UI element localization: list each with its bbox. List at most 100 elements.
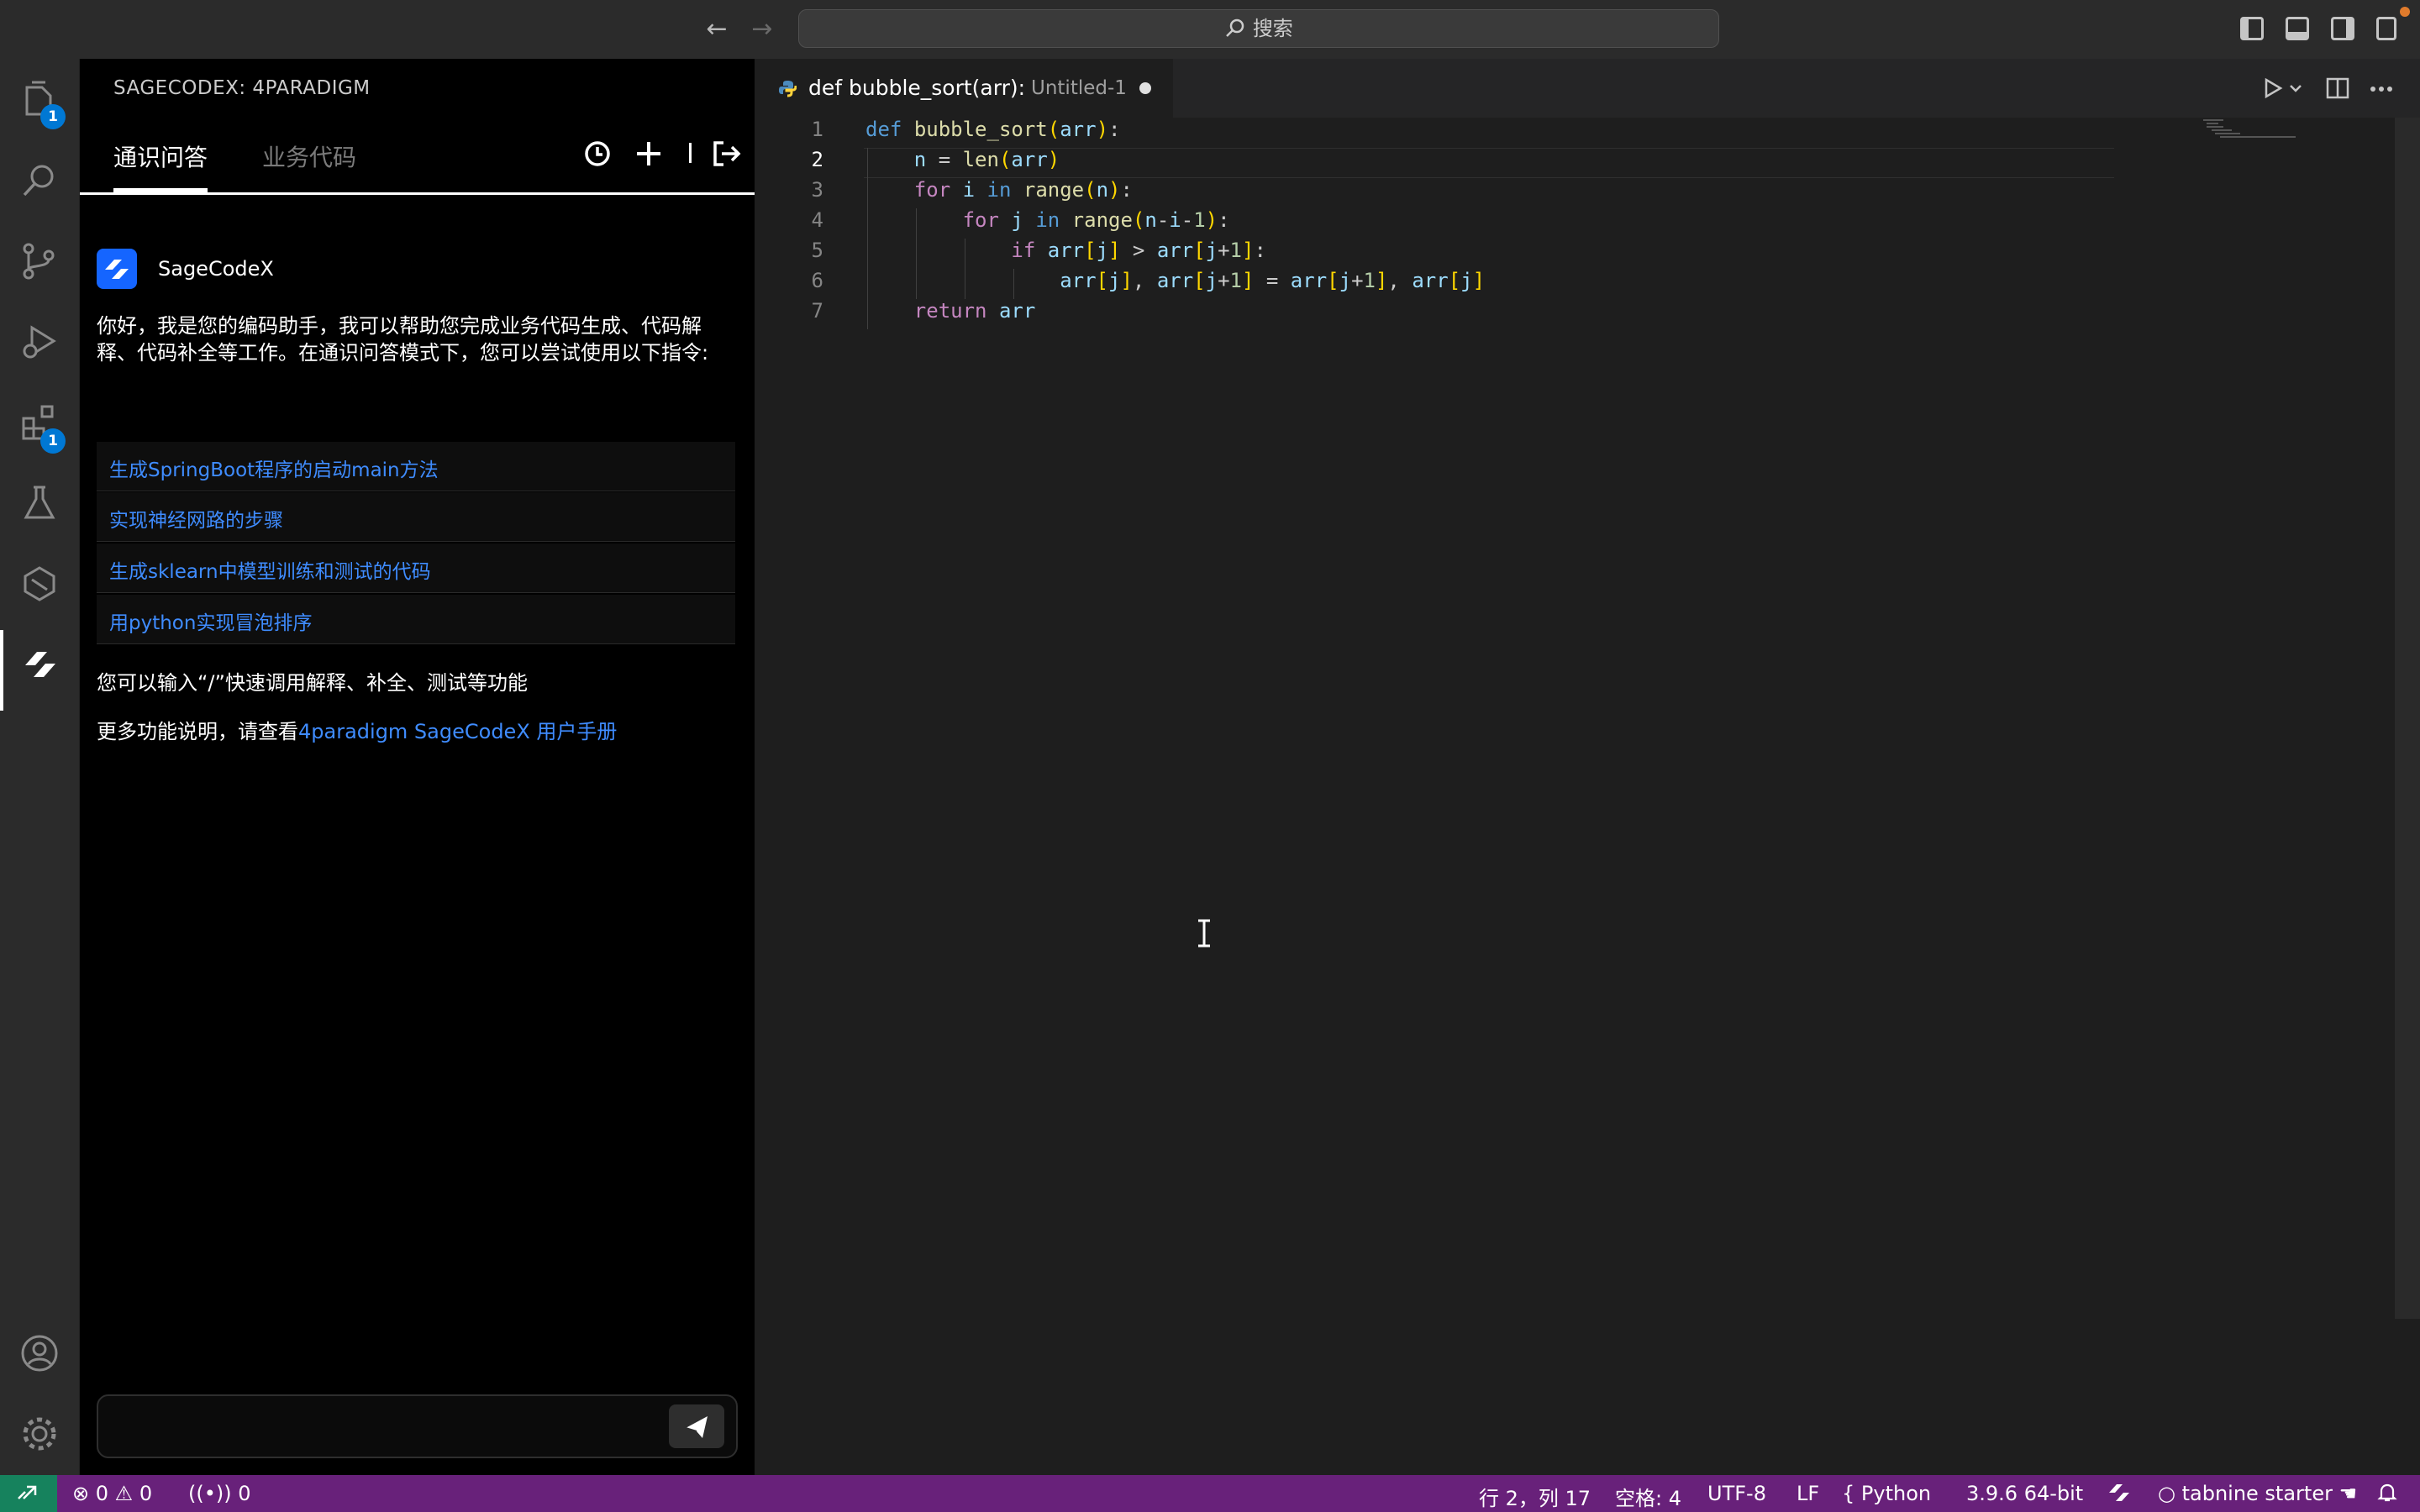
line-number: 2 — [811, 148, 823, 171]
port-count: 0 — [238, 1482, 251, 1505]
bot-name: SageCodeX — [158, 257, 274, 281]
remote-explorer-button[interactable] — [0, 549, 79, 617]
code-line: if arr[j] > arr[j+1]: — [1011, 239, 1266, 262]
panel-tabs: 通识问答 业务代码 — [80, 59, 755, 195]
chat-input-box[interactable] — [97, 1394, 738, 1458]
search-icon — [23, 165, 54, 197]
code-line: for j in range(n-i-1): — [962, 208, 1230, 232]
remote-indicator[interactable] — [0, 1475, 57, 1512]
encoding[interactable]: UTF-8 — [1707, 1482, 1766, 1505]
indentation[interactable]: 空格: 4 — [1615, 1482, 1681, 1511]
manual-prefix: 更多功能说明，请查看 — [97, 720, 298, 743]
hexagon-icon — [24, 566, 55, 601]
flask-icon — [24, 486, 55, 519]
testing-button[interactable] — [0, 469, 79, 536]
history-icon[interactable] — [583, 139, 612, 173]
tab-business-code[interactable]: 业务代码 — [262, 139, 356, 173]
new-chat-icon[interactable] — [634, 139, 663, 173]
search-view-button[interactable] — [0, 146, 79, 213]
tab-general-qa[interactable]: 通识问答 — [113, 139, 208, 173]
line-number: 5 — [811, 239, 823, 262]
broadcast-icon: ((•)) — [188, 1482, 232, 1505]
chat-input[interactable] — [112, 1408, 636, 1446]
send-button[interactable] — [669, 1404, 724, 1448]
bell-icon[interactable] — [2376, 1482, 2398, 1509]
customize-layout-icon[interactable] — [2376, 17, 2396, 40]
intro-message: 你好，我是您的编码助手，我可以帮助您完成业务代码生成、代码解释、代码补全等工作。… — [97, 314, 709, 365]
line-number: 7 — [811, 299, 823, 323]
vertical-scrollbar[interactable] — [2395, 118, 2420, 1319]
toggle-panel-icon[interactable] — [2286, 17, 2309, 40]
more-actions-icon[interactable] — [2370, 86, 2393, 92]
active-indicator — [0, 630, 3, 711]
warning-count: 0 — [139, 1482, 153, 1505]
line-number: 1 — [811, 118, 823, 141]
source-control-icon — [23, 243, 55, 280]
manual-link[interactable]: 4paradigm SageCodeX 用户手册 — [298, 720, 617, 743]
problems-indicator[interactable]: ⊗ 0 ⚠ 0 — [72, 1482, 152, 1505]
toolbar-divider — [689, 143, 692, 163]
tabnine-label: tabnine starter — [2181, 1482, 2333, 1505]
code-line: def bubble_sort(arr): — [865, 118, 1121, 141]
minimap[interactable] — [2200, 118, 2301, 138]
tab-filename: Untitled-1 — [1031, 77, 1127, 99]
source-control-button[interactable] — [0, 227, 79, 294]
cursor-position[interactable]: 行 2，列 17 — [1479, 1482, 1591, 1511]
update-dot — [2400, 7, 2410, 17]
toggle-primary-sidebar-icon[interactable] — [2240, 17, 2264, 40]
tabnine-status[interactable]: ○ tabnine starter ☚ — [2158, 1482, 2357, 1505]
logout-icon[interactable] — [712, 139, 742, 173]
line-number: 6 — [811, 269, 823, 292]
extensions-button[interactable]: 1 — [0, 388, 79, 455]
code-line: for i in range(n): — [913, 178, 1133, 202]
code-editor[interactable]: 1 2 3 4 5 6 7 def bubble_sort(arr): n = … — [755, 118, 2420, 1475]
manage-button[interactable] — [0, 1399, 79, 1467]
warning-icon: ⚠ — [114, 1482, 134, 1505]
account-icon — [21, 1335, 58, 1372]
tab-title: def bubble_sort(arr): — [808, 76, 1026, 100]
manual-text: 更多功能说明，请查看4paradigm SageCodeX 用户手册 — [97, 715, 617, 744]
run-icon[interactable] — [2262, 77, 2284, 99]
arrow-right-icon[interactable]: → — [746, 13, 778, 45]
explorer-button[interactable]: 1 — [0, 64, 79, 131]
suggestion-label: 用python实现冒泡排序 — [109, 612, 313, 634]
error-count: 0 — [95, 1482, 109, 1505]
suggestion-label: 实现神经网路的步骤 — [109, 510, 283, 532]
search-label: 搜索 — [1252, 17, 1293, 40]
accounts-button[interactable] — [0, 1319, 79, 1386]
line-number: 3 — [811, 178, 823, 202]
unsaved-dot[interactable] — [1139, 82, 1151, 94]
end-of-line[interactable]: LF — [1797, 1482, 1819, 1505]
pointing-hand-icon: ☚ — [2338, 1482, 2358, 1505]
chevron-down-icon[interactable] — [2289, 82, 2302, 94]
line-number: 4 — [811, 208, 823, 232]
status-bar: ⊗ 0 ⚠ 0 ((•)) 0 行 2，列 17 空格: 4 UTF-8 LF … — [0, 1475, 2420, 1512]
suggestion-item[interactable]: 实现神经网路的步骤 — [97, 492, 735, 542]
arrow-left-icon[interactable]: ← — [701, 13, 733, 45]
command-center-search[interactable]: 搜索 — [798, 9, 1719, 48]
braces-icon: { — [1842, 1482, 1855, 1505]
sagecodex-status-icon[interactable] — [2107, 1482, 2133, 1509]
toggle-secondary-sidebar-icon[interactable] — [2331, 17, 2354, 40]
sagecodex-button[interactable] — [0, 630, 79, 711]
suggestion-item[interactable]: 生成sklearn中模型训练和测试的代码 — [97, 543, 735, 593]
gear-icon — [23, 1417, 56, 1451]
suggestion-item[interactable]: 生成SpringBoot程序的启动main方法 — [97, 442, 735, 491]
explorer-badge: 1 — [40, 104, 66, 129]
editor-tab-bar: def bubble_sort(arr): Untitled-1 — [755, 59, 2420, 118]
search-icon — [1226, 18, 1244, 37]
tabnine-icon: ○ — [2158, 1482, 2175, 1505]
split-editor-icon[interactable] — [2326, 77, 2349, 99]
text-cursor-icon — [1195, 919, 1213, 948]
suggestion-item[interactable]: 用python实现冒泡排序 — [97, 595, 735, 644]
sagecodex-panel: SAGECODEX: 4PARADIGM 通识问答 业务代码 SageCodeX… — [80, 59, 755, 1475]
language-mode[interactable]: { Python — [1842, 1482, 1931, 1505]
language-label: Python — [1860, 1482, 1932, 1505]
python-interpreter[interactable]: 3.9.6 64-bit — [1966, 1482, 2083, 1505]
run-debug-button[interactable] — [0, 307, 79, 375]
run-debug-icon — [23, 325, 56, 359]
slash-hint: 您可以输入“/”快速调用解释、补全、测试等功能 — [97, 671, 528, 695]
editor-tab[interactable]: def bubble_sort(arr): Untitled-1 — [755, 59, 1173, 118]
sagecodex-avatar — [97, 249, 137, 289]
ports-indicator[interactable]: ((•)) 0 — [188, 1482, 251, 1505]
